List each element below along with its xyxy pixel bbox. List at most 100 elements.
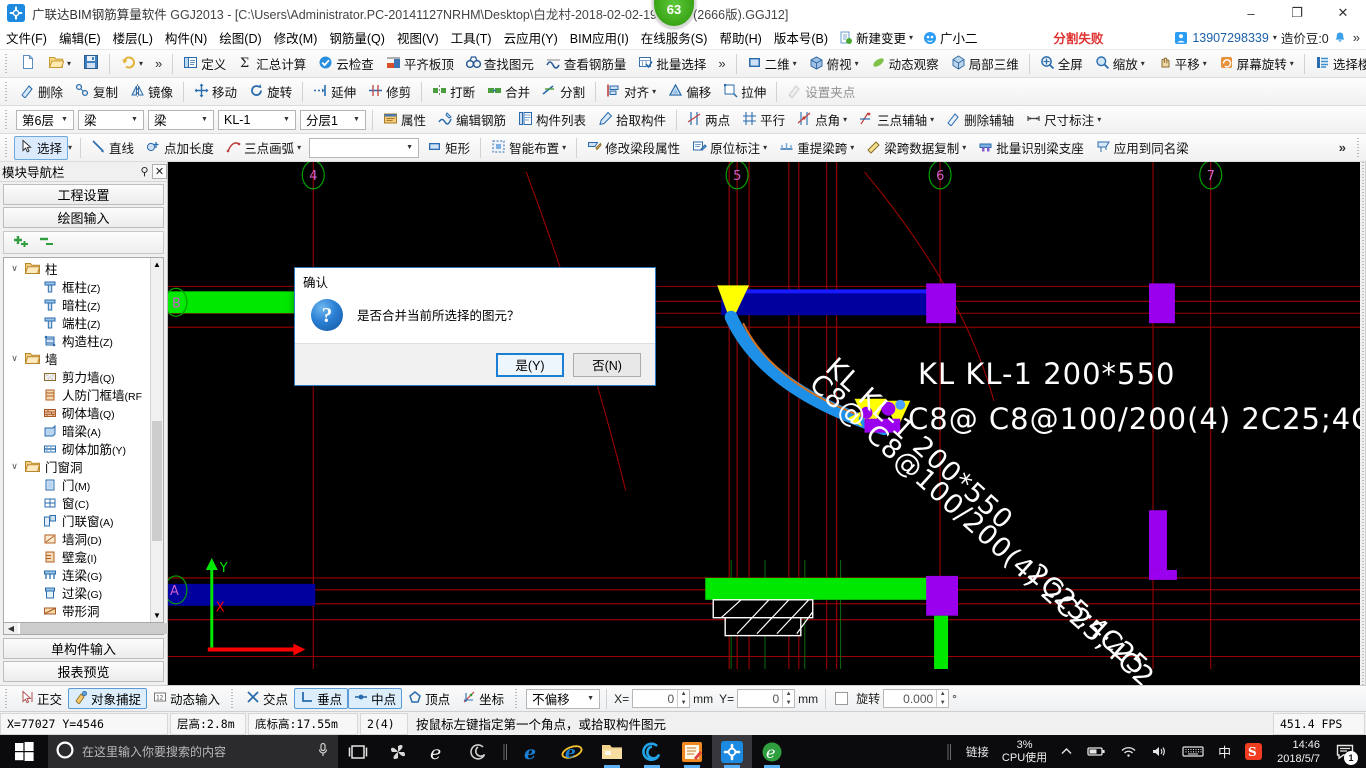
menu-modify[interactable]: 修改(M) [268,25,324,50]
layer-combo[interactable]: 分层1 ▼ [300,109,366,130]
apply-same-beam-button[interactable]: 应用到同名梁 [1090,136,1195,160]
move-button[interactable]: 移动 [188,80,243,104]
snap-perpendicular[interactable]: 垂点 [294,688,349,709]
floor-combo[interactable]: 第6层 ▼ [16,109,74,130]
cloud-check-button[interactable]: 云检查 [312,52,380,76]
edit-beam-seg-button[interactable]: 修改梁段属性 [581,136,686,160]
draw-empty-combo[interactable]: ▼ [309,137,420,158]
confirm-dialog[interactable]: 确认 ? 是否合并当前所选择的图元？ 是(Y) 否(N) [294,267,656,386]
zoom-chevron-down-icon[interactable]: ▾ [1141,59,1145,68]
tree-item-壁龛[interactable]: 壁龛(I) [4,548,150,566]
menu-floor[interactable]: 楼层(L) [107,25,159,50]
task-view-icon[interactable] [338,735,378,768]
snapbar-grip[interactable] [4,688,11,709]
toolbar4-overflow[interactable]: » [1333,140,1352,155]
three-point-axis-chevron-down-icon[interactable]: ▾ [930,115,934,124]
type-combo[interactable]: 梁 ▼ [148,109,214,130]
rotate-button[interactable]: 旋转 [243,80,298,104]
spiral-icon[interactable] [458,735,498,768]
collapse-all-icon[interactable] [38,233,58,252]
member-combo[interactable]: KL-1 ▼ [218,109,296,130]
tree-vertical-scrollbar[interactable]: ▲ ▼ [150,257,163,622]
tree-item-柱[interactable]: ∨ 柱 [4,260,150,278]
align-button[interactable]: 对齐 ▾ [600,80,662,104]
type-combo-chevron-down-icon[interactable]: ▼ [198,116,211,123]
tree-item-墙[interactable]: ∨ 墙 [4,350,150,368]
draw-empty-combo-chevron-down-icon[interactable]: ▼ [403,144,416,151]
recalc-span-chevron-down-icon[interactable]: ▾ [850,143,854,152]
menu-online-service[interactable]: 在线服务(S) [635,25,714,50]
tree-item-带形洞[interactable]: 带形洞 [4,602,150,620]
toolbar4-grip[interactable] [4,137,11,158]
select-tool-button[interactable]: 选择 [14,135,69,160]
rotate-checkbox[interactable] [835,692,849,705]
stretch-button[interactable]: 拉伸 [717,80,772,104]
ie-white-icon[interactable]: e [418,735,458,768]
microphone-icon[interactable] [316,742,330,761]
menu-rebar[interactable]: 钢筋量(Q) [323,25,391,50]
pan-chevron-down-icon[interactable]: ▾ [1203,59,1207,68]
btn-report-preview[interactable]: 报表预览 [3,661,164,682]
topview-chevron-down-icon[interactable]: ▾ [855,59,859,68]
tree-item-窗[interactable]: 窗(C) [4,494,150,512]
tree-item-门窗洞[interactable]: ∨ 门窗洞 [4,458,150,476]
line-tool-button[interactable]: 直线 [85,136,140,160]
tree-item-暗柱[interactable]: 暗柱(Z) [4,296,150,314]
tree-item-人防门框墙[interactable]: 人防门框墙(RF [4,386,150,404]
tree-item-砌体加筋[interactable]: 砌体加筋(Y) [4,440,150,458]
split-button[interactable]: 分割 [536,80,591,104]
snap-vertex[interactable]: 顶点 [402,688,456,709]
offset-mode-chevron-down-icon[interactable]: ▼ [584,695,597,702]
edge-blue-icon[interactable]: e [512,735,552,768]
notification-center-icon[interactable]: 1 [1328,735,1362,768]
member-list-button[interactable]: 构件列表 [512,108,592,132]
pan-button[interactable]: 平移 ▾ [1151,52,1213,76]
x-offset-input[interactable]: 0 ▲ ▼ [632,689,691,708]
tree-item-端柱[interactable]: 端柱(Z) [4,314,150,332]
smart-layout-chevron-down-icon[interactable]: ▾ [562,143,566,152]
no-button[interactable]: 否(N) [573,352,641,377]
snapbar-grip2[interactable] [230,688,238,709]
dynamic-input-toggle[interactable]: 12 动态输入 [147,688,226,709]
rect-tool-button[interactable]: 矩形 [421,136,476,160]
smart-layout-button[interactable]: 智能布置 ▾ [485,136,572,160]
dimension-button[interactable]: 尺寸标注 ▾ [1020,108,1107,132]
view-2d-chevron-down-icon[interactable]: ▾ [793,59,797,68]
hscroll-thumb[interactable] [20,623,175,634]
layer-combo-chevron-down-icon[interactable]: ▼ [350,116,363,123]
account-area[interactable]: 13907298339 ▾ 造价豆:0 [1174,28,1346,47]
chevron-down-icon[interactable]: ▾ [909,33,913,42]
wifi-icon[interactable] [1113,735,1144,768]
menu-tools[interactable]: 工具(T) [445,25,498,50]
menu-bim[interactable]: BIM应用(I) [564,25,635,50]
batch-support-button[interactable]: 批量识别梁支座 [972,136,1090,160]
keyboard-icon[interactable] [1175,735,1211,768]
object-snap-toggle[interactable]: 对象捕捉 [68,688,148,709]
ortho-toggle[interactable]: 正交 [14,688,68,709]
bell-icon[interactable] [1333,31,1347,45]
y-offset-input[interactable]: 0 ▲ ▼ [737,689,796,708]
two-point-axis-button[interactable]: 两点 [681,108,736,132]
floor-combo-chevron-down-icon[interactable]: ▼ [58,116,71,123]
open-chevron-down-icon[interactable]: ▾ [67,59,71,68]
save-button[interactable] [77,52,105,76]
tree-item-门[interactable]: 门(M) [4,476,150,494]
user-nick-button[interactable]: 广小二 [918,26,983,49]
rotate-spinner[interactable]: ▲ ▼ [936,690,948,707]
point-length-button[interactable]: 点加长度 [140,136,220,160]
undo-chevron-down-icon[interactable]: ▾ [139,59,143,68]
scroll-up-icon[interactable]: ▲ [151,257,163,271]
edit-rebar-button[interactable]: 编辑钢筋 [432,108,512,132]
ime-indicator[interactable]: 中 [1211,735,1238,768]
tree-item-构造柱[interactable]: 构造柱(Z) [4,332,150,350]
recalc-span-button[interactable]: 重提梁跨 ▾ [773,136,860,160]
menu-help[interactable]: 帮助(H) [713,25,767,50]
span-copy-button[interactable]: 梁跨数据复制 ▾ [860,136,972,160]
find-element-button[interactable]: 查找图元 [460,52,540,76]
scroll-down-icon[interactable]: ▼ [151,609,163,622]
trim-button[interactable]: 修剪 [362,80,417,104]
view-rebar-button[interactable]: 查看钢筋量 [540,52,633,76]
snapbar-grip3[interactable] [514,688,522,709]
menu-member[interactable]: 构件(N) [159,25,213,50]
zoom-button[interactable]: 缩放 ▾ [1089,52,1151,76]
